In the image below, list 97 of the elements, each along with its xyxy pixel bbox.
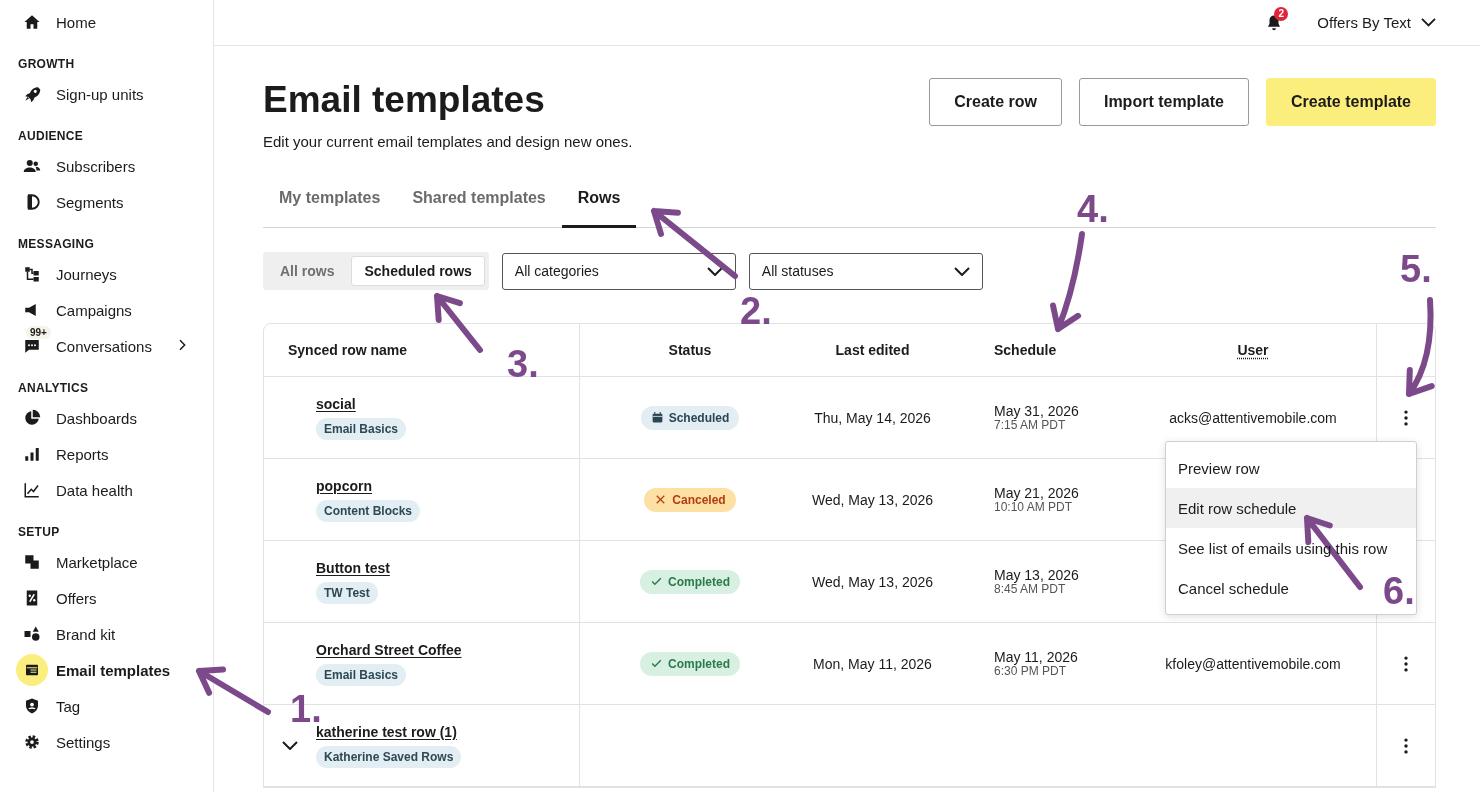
category-tag: Email Basics [316,417,407,440]
last-edited-date: Mon, May 11, 2026 [813,655,932,672]
menu-item[interactable]: Cancel schedule [1166,568,1301,608]
line-chart-icon [23,481,41,499]
column-header: Last edited [835,342,910,358]
chevron-down-icon [1421,18,1436,27]
row-name-link[interactable]: Button test [316,559,390,576]
squares-icon [23,553,41,571]
status-badge: Canceled [644,487,736,512]
annotation-number: 5. [1400,254,1432,284]
nav-item[interactable]: Conversations 99+ [0,328,213,364]
check-icon [650,575,663,588]
nav-item[interactable]: Marketplace [0,544,213,580]
pie-chart-icon [23,409,41,427]
column-header: Schedule [994,342,1057,358]
tab[interactable]: Shared templates [396,171,562,228]
toggle-option[interactable]: All rows [267,256,348,286]
people-icon [23,157,41,175]
kebab-icon [1404,655,1408,672]
secondary-button[interactable]: Import template [1078,78,1249,126]
calendar-icon [650,411,664,424]
nav-section-title: GROWTH [18,58,76,70]
row-name-link[interactable]: social [316,395,356,412]
category-tag: TW Test [316,581,378,604]
shield-icon [23,697,41,715]
notification-badge: 2 [1274,6,1289,21]
kebab-icon [1404,409,1408,426]
schedule-date: May 11, 2026 [994,649,1078,664]
nav-section-title: AUDIENCE [18,130,85,142]
column-header: Status [668,342,712,358]
nav-item[interactable]: Settings [0,724,213,760]
nav-item[interactable]: Journeys [0,256,213,292]
nav-item[interactable]: Dashboards [0,400,213,436]
annotation-number: 4. [1077,194,1109,224]
nav-item[interactable]: Reports [0,436,213,472]
row-name-link[interactable]: Orchard Street Coffee [316,641,462,658]
nav-item[interactable]: Tag [0,688,213,724]
category-tag: Content Blocks [316,499,420,522]
column-header: Synced row name [288,342,408,358]
menu-item[interactable]: Edit row schedule [1166,488,1416,528]
nav-item[interactable]: Brand kit [0,616,213,652]
status-badge: Scheduled [640,405,740,430]
row-name-link[interactable]: popcorn [316,477,372,494]
kebab-icon [1404,737,1408,754]
chat-icon [23,337,41,355]
home-icon [23,13,41,31]
count-badge: 99+ [26,326,51,339]
annotation-arrow [434,293,483,353]
account-menu[interactable]: Offers By Text [1317,14,1436,31]
last-edited-date: Wed, May 13, 2026 [811,573,934,590]
annotation-number: 6. [1383,576,1415,606]
user-email: acks@attentivemobile.com [1169,409,1337,426]
secondary-button[interactable]: Create row [929,78,1062,126]
chevron-down-icon [706,266,723,276]
annotation-number: 3. [507,349,539,379]
filter-dropdown[interactable]: All categories [501,252,736,290]
nav-item[interactable]: Subscribers [0,148,213,184]
flow-icon [23,265,41,283]
rocket-icon [23,85,41,103]
nav-item[interactable]: Segments [0,184,213,220]
column-header[interactable]: User [1237,342,1269,358]
user-email: kfoley@attentivemobile.com [1165,655,1341,672]
schedule-date: May 21, 2026 [994,485,1079,500]
nav-item[interactable]: Home [0,4,213,40]
nav-item[interactable]: Data health [0,472,213,508]
tab[interactable]: My templates [263,171,397,228]
check-icon [650,657,663,670]
nav-item[interactable]: Sign-up units [0,76,213,112]
nav-item[interactable]: Email templates [0,652,213,688]
status-badge: Completed [640,569,740,594]
toggle-option[interactable]: Scheduled rows [351,256,485,286]
menu-item[interactable]: Preview row [1166,448,1272,488]
last-edited-date: Thu, May 14, 2026 [814,409,931,426]
annotation-number: 2. [740,296,772,326]
annotation-number: 1. [290,694,322,724]
category-tag: Katherine Saved Rows [316,745,462,768]
page-title: Email templates [263,80,546,120]
last-edited-date: Wed, May 13, 2026 [811,491,934,508]
bar-chart-icon [23,445,41,463]
nav-section-title: MESSAGING [18,238,96,250]
page-subtitle: Edit your current email templates and design new ones. [263,133,633,150]
schedule-date: May 31, 2026 [994,403,1079,418]
chevron-down-icon [953,266,970,276]
nav-section-title: ANALYTICS [18,382,90,394]
category-tag: Email Basics [316,663,407,686]
gear-icon [23,733,41,751]
schedule-date: May 13, 2026 [994,567,1079,582]
row-name-link[interactable]: katherine test row (1) [316,723,457,740]
nav-item[interactable]: Offers [0,580,213,616]
shapes-icon [23,625,41,643]
status-badge: Completed [640,651,740,676]
nav-item[interactable]: Campaigns [0,292,213,328]
chevron-down-icon [282,741,298,750]
filter-dropdown[interactable]: All statuses [748,252,983,290]
primary-button[interactable]: Create template [1265,78,1436,126]
tab[interactable]: Rows [561,171,637,228]
nav-section-title: SETUP [18,526,61,538]
